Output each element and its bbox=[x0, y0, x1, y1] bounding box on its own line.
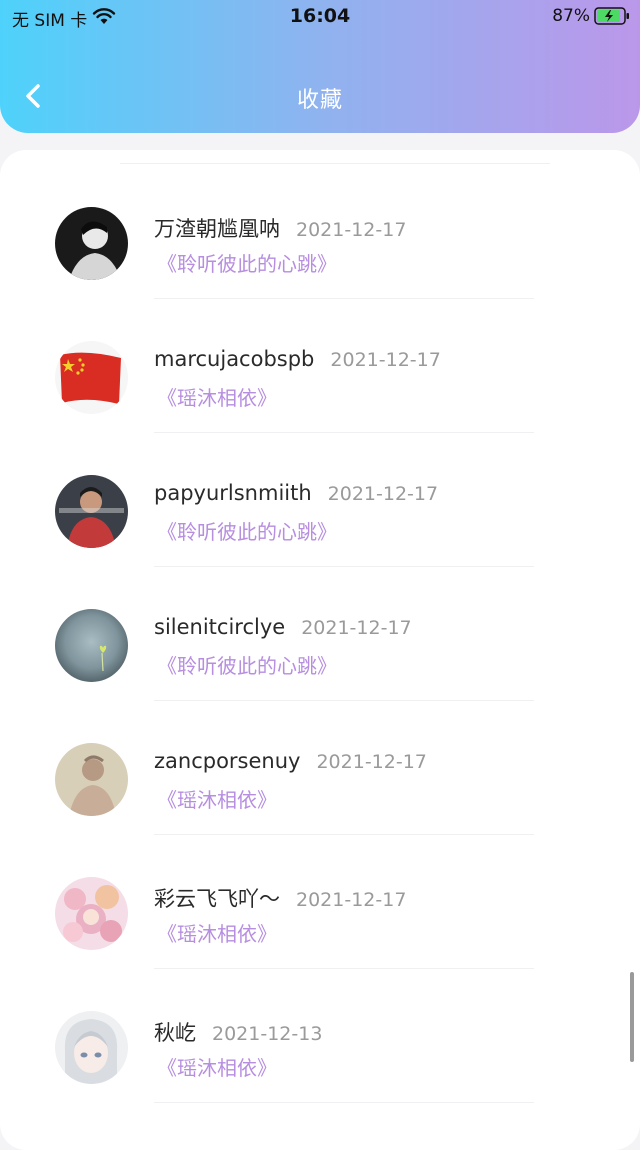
work-title-link[interactable]: 《聆听彼此的心跳》 bbox=[157, 650, 337, 679]
favorite-user-name: 秋屹 2021-12-13 bbox=[154, 1017, 322, 1047]
clock: 16:04 bbox=[289, 5, 351, 27]
scrollbar[interactable] bbox=[630, 972, 634, 1062]
favorite-user-name: 万渣朝尴凰呐 2021-12-17 bbox=[154, 213, 406, 243]
favorite-date: 2021-12-17 bbox=[316, 751, 427, 773]
user-name: 彩云飞飞吖～ bbox=[154, 887, 280, 911]
status-bar: 无 SIM 卡 16:04 87% bbox=[0, 0, 640, 34]
favorite-user-name: papyurlsnmiith 2021-12-17 bbox=[154, 481, 438, 505]
header: 无 SIM 卡 16:04 87% 收藏 bbox=[0, 0, 640, 133]
user-name: silenitcirclye bbox=[154, 615, 286, 639]
favorite-item[interactable]: zancporsenuy 2021-12-17 《瑶沐相依》 bbox=[0, 686, 640, 835]
favorite-user-name: 彩云飞飞吖～ 2021-12-17 bbox=[154, 883, 406, 913]
avatar[interactable] bbox=[55, 877, 128, 950]
user-name: papyurlsnmiith bbox=[154, 481, 312, 505]
favorite-user-name: marcujacobspb 2021-12-17 bbox=[154, 347, 441, 371]
avatar[interactable] bbox=[55, 743, 128, 816]
favorite-date: 2021-12-17 bbox=[327, 483, 439, 505]
work-title-link[interactable]: 《瑶沐相依》 bbox=[157, 784, 277, 813]
page-title: 收藏 bbox=[296, 88, 343, 113]
favorite-date: 2021-12-17 bbox=[330, 349, 441, 371]
user-name: marcujacobspb bbox=[154, 347, 315, 371]
work-title-link[interactable]: 《瑶沐相依》 bbox=[157, 1052, 277, 1081]
favorite-item[interactable]: 万渣朝尴凰呐 2021-12-17 《聆听彼此的心跳》 bbox=[0, 150, 640, 299]
favorite-item[interactable]: papyurlsnmiith 2021-12-17 《聆听彼此的心跳》 bbox=[0, 418, 640, 567]
avatar[interactable] bbox=[55, 609, 128, 682]
favorite-user-name: silenitcirclye 2021-12-17 bbox=[154, 615, 412, 639]
user-name: zancporsenuy bbox=[154, 749, 301, 773]
favorite-item[interactable]: marcujacobspb 2021-12-17 《瑶沐相依》 bbox=[0, 284, 640, 433]
favorite-date: 2021-12-13 bbox=[212, 1023, 323, 1045]
favorite-item[interactable]: 秋屹 2021-12-13 《瑶沐相依》 bbox=[0, 954, 640, 1103]
favorite-item[interactable]: 彩云飞飞吖～ 2021-12-17 《瑶沐相依》 bbox=[0, 820, 640, 969]
battery-percent: 87% bbox=[552, 6, 590, 26]
divider bbox=[154, 1102, 534, 1103]
favorites-list: 万渣朝尴凰呐 2021-12-17 《聆听彼此的心跳》 marcujacobspb… bbox=[0, 150, 640, 1150]
work-title-link[interactable]: 《瑶沐相依》 bbox=[157, 918, 277, 947]
work-title-link[interactable]: 《瑶沐相依》 bbox=[157, 382, 277, 411]
favorite-date: 2021-12-17 bbox=[301, 617, 412, 639]
avatar[interactable] bbox=[55, 1011, 128, 1084]
user-name: 万渣朝尴凰呐 bbox=[154, 217, 280, 241]
favorite-user-name: zancporsenuy 2021-12-17 bbox=[154, 749, 427, 773]
favorite-date: 2021-12-17 bbox=[296, 219, 407, 241]
battery-charging-icon bbox=[594, 7, 629, 25]
work-title-link[interactable]: 《聆听彼此的心跳》 bbox=[157, 516, 337, 545]
favorite-date: 2021-12-17 bbox=[296, 889, 407, 911]
work-title-link[interactable]: 《聆听彼此的心跳》 bbox=[157, 248, 337, 277]
avatar[interactable] bbox=[55, 475, 128, 548]
avatar[interactable] bbox=[55, 207, 128, 280]
favorite-item[interactable]: silenitcirclye 2021-12-17 《聆听彼此的心跳》 bbox=[0, 552, 640, 701]
user-name: 秋屹 bbox=[154, 1021, 196, 1045]
avatar[interactable] bbox=[55, 341, 128, 414]
